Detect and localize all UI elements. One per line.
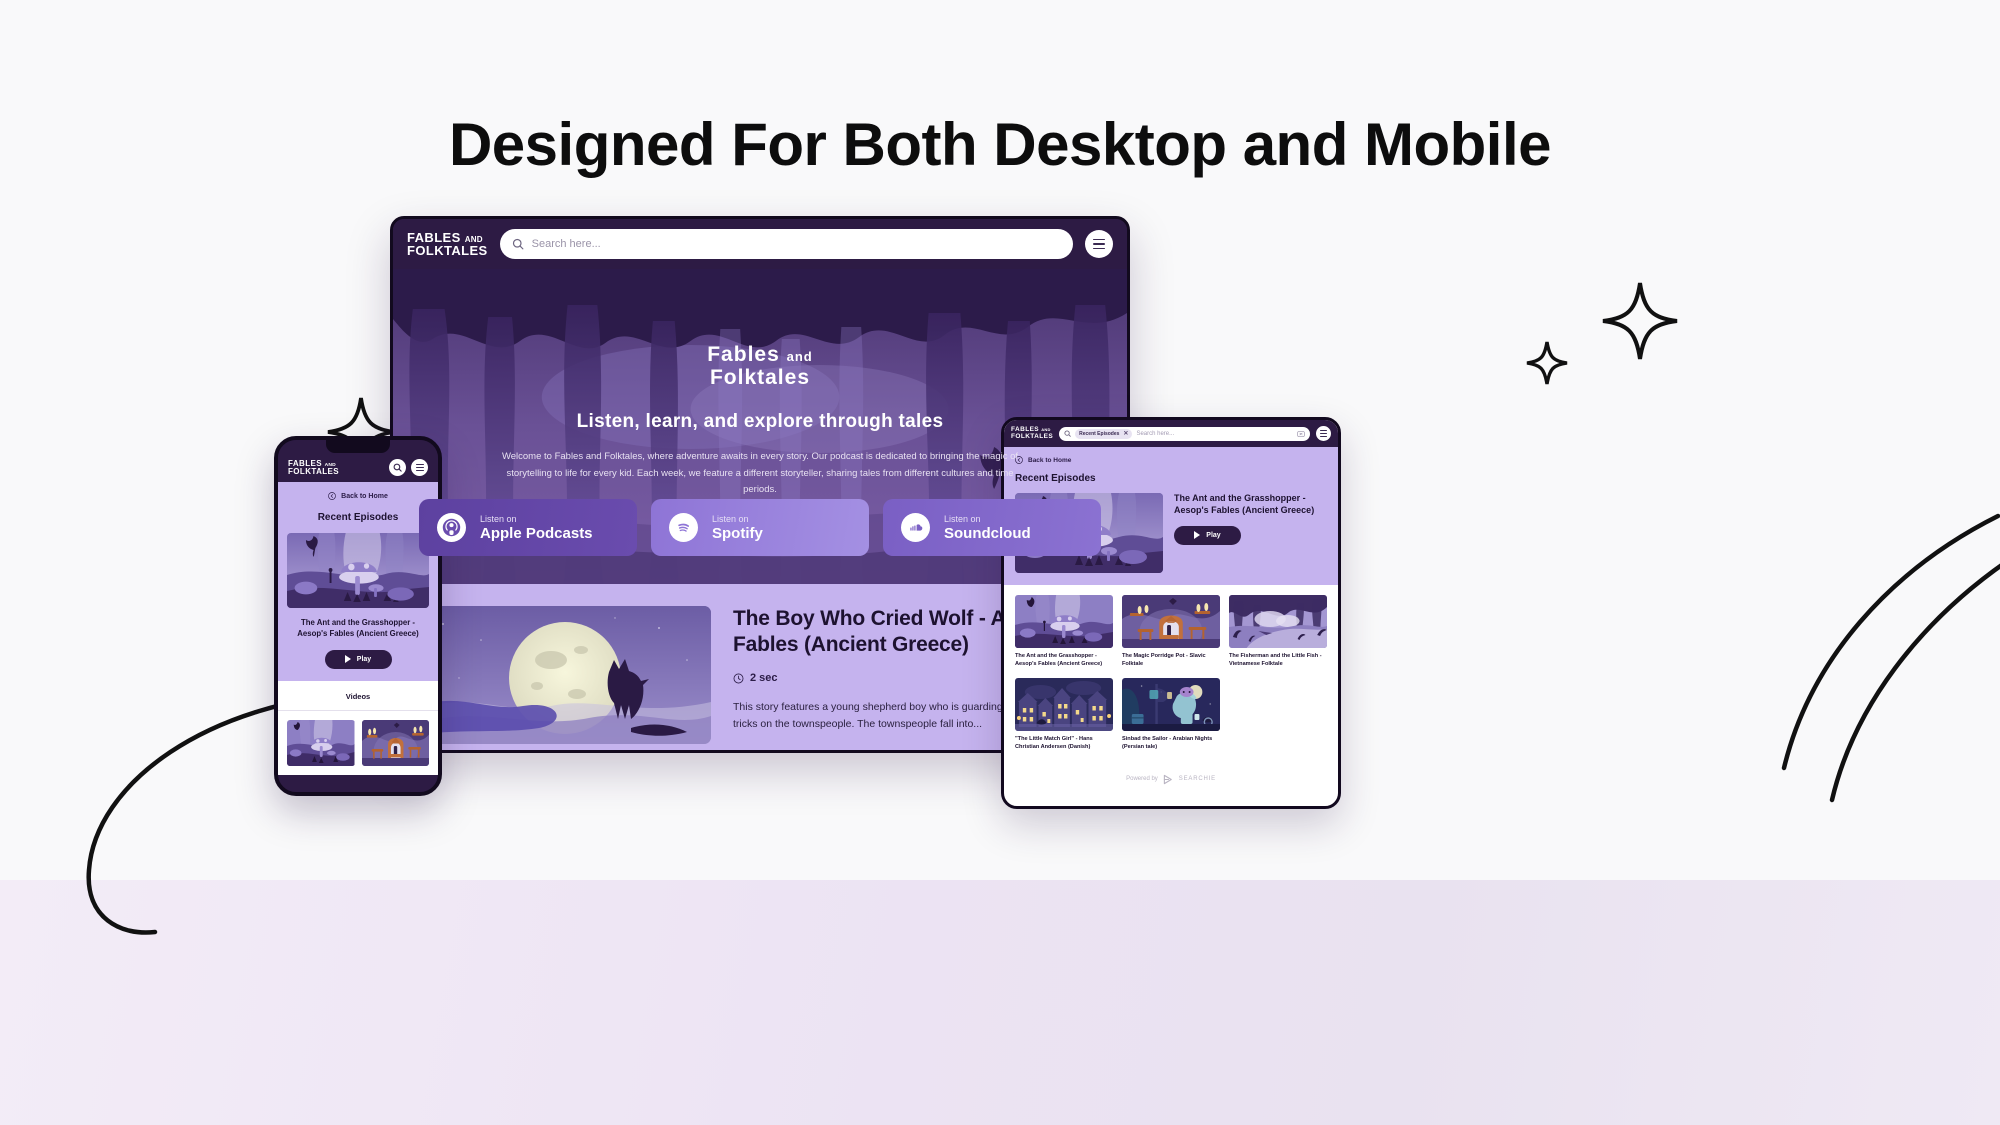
listen-on-spotify-button[interactable]: Listen on Spotify [651,499,869,556]
hamburger-icon-bar [1093,243,1105,245]
hero-description: Welcome to Fables and Folktales, where a… [501,451,1019,495]
tablet-card-thumbnail [1122,595,1220,648]
tablet-featured-title: The Ant and the Grasshopper - Aesop's Fa… [1174,493,1315,515]
hamburger-icon-bar [1320,435,1327,437]
ship-illustration [1122,678,1220,732]
mobile-featured-title: The Ant and the Grasshopper - Aesop's Fa… [297,618,419,638]
page-background-bottom [0,880,2000,1125]
listen-on-apple-podcasts-button[interactable]: Listen on Apple Podcasts [419,499,637,556]
river-illustration [1229,595,1327,648]
tablet-featured-meta: The Ant and the Grasshopper - Aesop's Fa… [1174,493,1327,573]
hamburger-icon-bar [1320,433,1327,434]
mobile-episode-grid [278,710,438,775]
mobile-videos-tab[interactable]: Videos [278,680,438,711]
mobile-card-thumbnail[interactable] [287,719,355,766]
tablet-episode-card[interactable]: The Ant and the Grasshopper - Aesop's Fa… [1015,595,1113,668]
hamburger-icon-bar [1320,430,1327,432]
listen-on-small-label: Listen on [944,513,981,524]
tablet-footer: Powered by SEARCHIE [1004,762,1338,795]
tablet-card-thumbnail [1015,595,1113,648]
listen-on-big-label: Spotify [712,524,763,542]
tablet-episode-card[interactable]: The Magic Porridge Pot - Slavic Folktale [1122,595,1220,668]
featured-episode-thumbnail[interactable] [419,606,711,744]
searchie-logo-icon [1163,774,1172,785]
tablet-card-caption: Sinbad the Sailor - Arabian Nights (Pers… [1122,736,1213,751]
logo-line2: Folktales [288,466,340,476]
tablet-card-thumbnail [1229,595,1327,648]
page-title: Designed For Both Desktop and Mobile [448,111,1552,178]
tablet-search-placeholder: Search here... [1136,430,1175,437]
hero-logo: Fables and Folktales [707,343,813,389]
desktop-search-placeholder: Search here... [531,238,601,250]
search-icon [512,238,524,250]
clear-input-icon[interactable] [1297,430,1305,438]
hero-tagline: Listen, learn, and explore through tales [576,411,944,433]
hamburger-icon-bar [1093,247,1105,250]
hero-logo-line1: Fables [707,343,780,366]
tablet-episode-card-empty [1229,678,1327,751]
cottage-illustration [361,719,429,766]
tablet-card-thumbnail [1015,678,1113,732]
mushroom-illustration [287,719,355,766]
listen-on-big-label: Apple Podcasts [480,524,593,542]
cottage-illustration [1122,595,1220,648]
listen-on-small-label: Listen on [712,513,749,524]
soundcloud-label: Listen on Soundcloud [944,514,1031,542]
play-icon [1194,531,1201,540]
tablet-play-button[interactable]: Play [1174,525,1241,545]
soundcloud-icon [901,513,930,542]
tablet-menu-button[interactable] [1316,426,1331,441]
powered-by-label: Powered by [1126,776,1158,783]
logo-line2: Folktales [407,243,488,258]
mobile-card-thumbnail[interactable] [361,719,429,766]
featured-episode-duration-text: 2 sec [750,672,778,685]
back-circle-icon [328,492,336,500]
mobile-back-label: Back to Home [341,492,388,500]
apple-podcasts-icon [437,513,466,542]
tablet-episode-card[interactable]: Sinbad the Sailor - Arabian Nights (Pers… [1122,678,1220,751]
listen-on-big-label: Soundcloud [944,524,1031,542]
listen-on-soundcloud-button[interactable]: Listen on Soundcloud [883,499,1101,556]
desktop-topbar: Fables and Folktales Search here... [393,219,1127,269]
tablet-play-label: Play [1206,531,1221,539]
spotify-label: Listen on Spotify [712,514,763,542]
apple-podcasts-label: Listen on Apple Podcasts [480,514,593,542]
tablet-episode-card[interactable]: The Fisherman and the Little Fish - Viet… [1229,595,1327,668]
phone-notch [326,440,390,453]
hamburger-icon-bar [1093,238,1105,241]
tablet-card-caption: The Ant and the Grasshopper - Aesop's Fa… [1015,653,1103,667]
tablet-episode-card[interactable]: "The Little Match Girl" - Hans Christian… [1015,678,1113,751]
mobile-play-label: Play [356,655,372,663]
town-illustration [1015,678,1113,732]
desktop-logo[interactable]: Fables and Folktales [407,231,488,258]
tablet-card-caption: The Magic Porridge Pot - Slavic Folktale [1122,653,1206,667]
searchie-brand-label: SEARCHIE [1178,776,1216,783]
tablet-episode-grid: The Ant and the Grasshopper - Aesop's Fa… [1004,585,1338,762]
hero-logo-and: and [786,349,813,364]
wolf-moon-illustration [419,606,711,744]
desktop-hero: Fables and Folktales Listen, learn, and … [393,269,1127,584]
tablet-card-caption: "The Little Match Girl" - Hans Christian… [1015,736,1093,751]
listen-buttons-row: Listen on Apple Podcasts Listen on Spoti… [393,499,1127,584]
desktop-menu-button[interactable] [1085,230,1113,258]
desktop-search-input[interactable]: Search here... [499,229,1073,259]
mobile-play-button[interactable]: Play [324,649,392,669]
tablet-card-caption: The Fisherman and the Little Fish - Viet… [1229,653,1322,667]
listen-on-small-label: Listen on [480,513,517,524]
hero-logo-line2: Folktales [709,365,811,389]
mobile-logo[interactable]: Fables and Folktales [288,459,340,476]
play-icon [344,655,351,663]
mushroom-illustration [1015,595,1113,648]
spotify-icon [669,513,698,542]
clock-icon [733,673,744,684]
tablet-card-thumbnail [1122,678,1220,732]
